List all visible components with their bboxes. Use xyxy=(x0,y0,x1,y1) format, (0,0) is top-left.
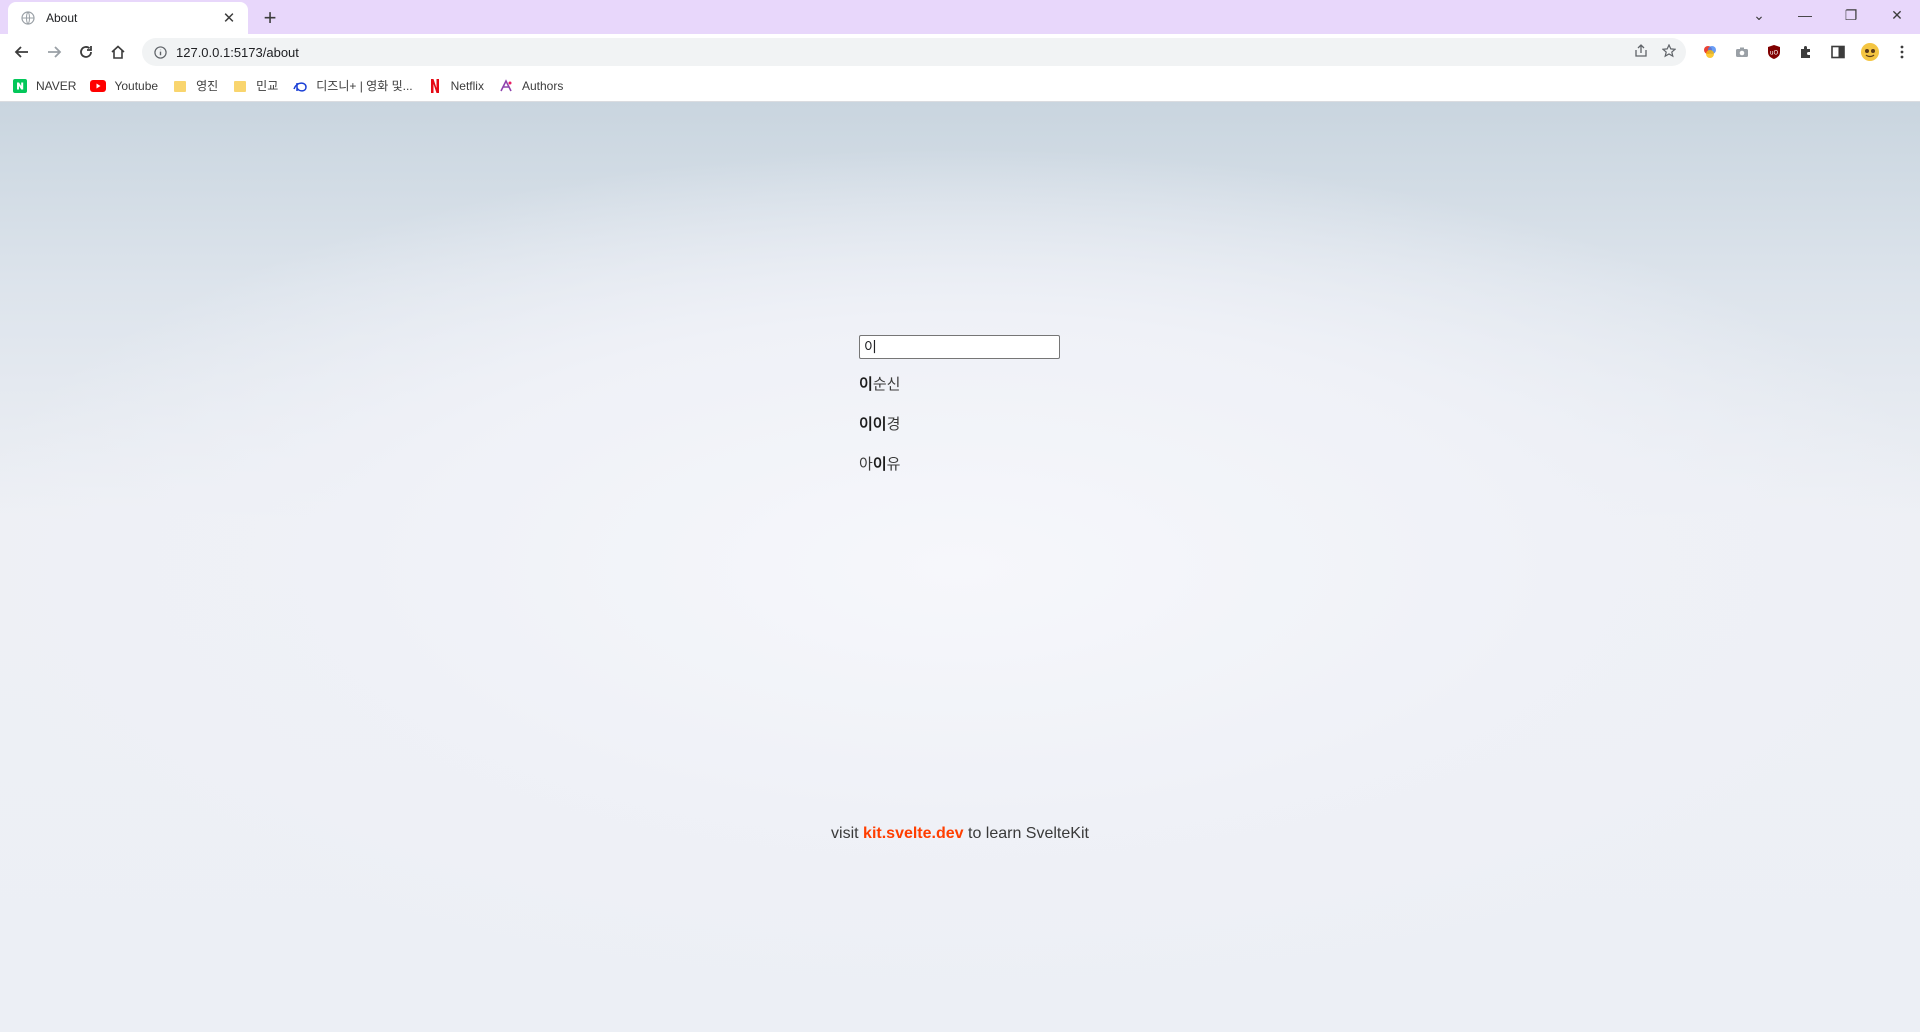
close-tab-icon[interactable]: ✕ xyxy=(220,9,238,27)
result-suffix: 경 xyxy=(886,415,901,433)
profile-avatar-icon[interactable] xyxy=(1858,40,1882,64)
result-suffix: 유 xyxy=(886,455,901,473)
netflix-icon xyxy=(427,78,443,94)
page-content: 이순신 이이경 아이유 visit kit.svelte.dev to lear… xyxy=(0,102,1920,1032)
folder-icon xyxy=(172,78,188,94)
bookmark-folder-mingyo[interactable]: 민교 xyxy=(232,77,278,94)
reload-icon[interactable] xyxy=(70,38,102,66)
footer-suffix: to learn SvelteKit xyxy=(963,825,1089,842)
tab-strip: About ✕ + ⌄ — ❐ ✕ xyxy=(0,0,1920,34)
result-suffix: 순신 xyxy=(872,375,901,393)
result-match: 이이 xyxy=(859,415,887,433)
disney-icon xyxy=(292,78,308,94)
bookmark-netflix[interactable]: Netflix xyxy=(427,78,484,94)
svg-text:uO: uO xyxy=(1770,50,1779,57)
restore-button[interactable]: ❐ xyxy=(1828,0,1874,30)
browser-toolbar: 127.0.0.1:5173/about uO xyxy=(0,34,1920,70)
bookmarks-bar: NAVER Youtube 영진 민교 디즈니+ | 영화 및... Netfl… xyxy=(0,70,1920,102)
folder-icon xyxy=(232,78,248,94)
page-footer: visit kit.svelte.dev to learn SvelteKit xyxy=(0,825,1920,843)
tab-about[interactable]: About ✕ xyxy=(8,2,248,34)
bookmark-label: Youtube xyxy=(114,78,159,93)
bookmark-label: Authors xyxy=(521,78,564,93)
extensions-area: uO xyxy=(1698,40,1914,64)
result-match: 이 xyxy=(872,455,887,473)
globe-icon xyxy=(20,10,36,26)
bookmark-naver[interactable]: NAVER xyxy=(12,78,76,94)
naver-icon xyxy=(12,78,28,94)
camera-icon[interactable] xyxy=(1730,40,1754,64)
youtube-icon xyxy=(90,78,107,94)
bookmark-label: NAVER xyxy=(36,78,77,93)
bookmark-star-icon[interactable] xyxy=(1661,43,1677,61)
results-list: 이순신 이이경 아이유 xyxy=(859,374,900,494)
bookmark-disney[interactable]: 디즈니+ | 영화 및... xyxy=(292,77,413,94)
site-info-icon[interactable] xyxy=(152,45,168,59)
bookmark-label: Netflix xyxy=(450,78,484,93)
bookmark-folder-youngjin[interactable]: 영진 xyxy=(172,77,218,94)
search-input[interactable] xyxy=(859,335,1060,359)
result-prefix: 아 xyxy=(859,455,873,473)
window-controls: ⌄ — ❐ ✕ xyxy=(1736,0,1920,30)
close-window-button[interactable]: ✕ xyxy=(1874,0,1920,30)
svelte-kit-link[interactable]: kit.svelte.dev xyxy=(863,825,964,842)
list-item: 이순신 xyxy=(859,374,900,414)
address-bar[interactable]: 127.0.0.1:5173/about xyxy=(142,38,1686,66)
color-extension-icon[interactable] xyxy=(1698,40,1722,64)
bookmark-authors[interactable]: Authors xyxy=(498,78,563,94)
authors-icon xyxy=(498,78,514,94)
bookmark-label: 민교 xyxy=(256,79,279,93)
footer-prefix: visit xyxy=(831,825,864,842)
share-icon[interactable] xyxy=(1634,43,1648,61)
menu-kebab-icon[interactable] xyxy=(1890,40,1914,64)
tab-search-icon[interactable]: ⌄ xyxy=(1736,0,1782,30)
back-icon[interactable] xyxy=(6,38,38,66)
list-item: 아이유 xyxy=(859,454,900,494)
search-container xyxy=(859,335,1060,359)
side-panel-icon[interactable] xyxy=(1826,40,1850,64)
home-icon[interactable] xyxy=(102,38,134,66)
url-text[interactable]: 127.0.0.1:5173/about xyxy=(176,45,1634,60)
ublock-icon[interactable]: uO xyxy=(1762,40,1786,64)
bookmark-label: 디즈니+ | 영화 및... xyxy=(316,79,413,93)
puzzle-extensions-icon[interactable] xyxy=(1794,40,1818,64)
list-item: 이이경 xyxy=(859,414,900,454)
bookmark-youtube[interactable]: Youtube xyxy=(90,78,158,94)
tab-title: About xyxy=(46,11,78,25)
bookmark-label: 영진 xyxy=(196,79,219,93)
result-match: 이 xyxy=(859,375,873,393)
forward-icon[interactable] xyxy=(38,38,70,66)
minimize-button[interactable]: — xyxy=(1782,0,1828,30)
new-tab-button[interactable]: + xyxy=(256,4,284,32)
